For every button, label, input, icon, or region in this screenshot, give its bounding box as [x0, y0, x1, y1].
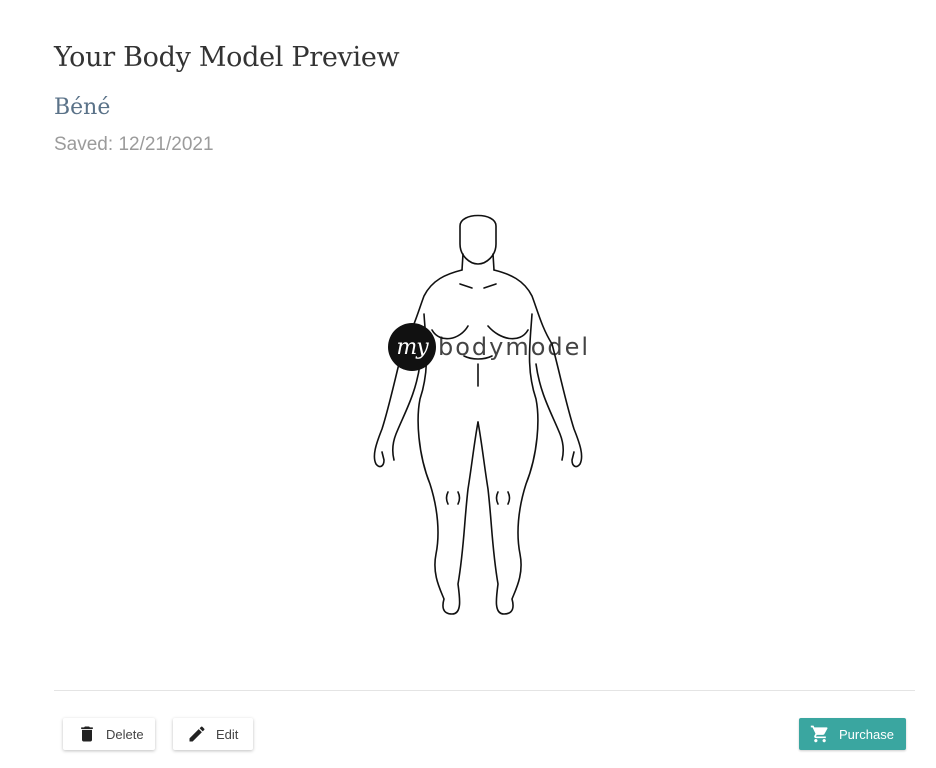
purchase-button[interactable]: Purchase [799, 718, 906, 750]
edit-button[interactable]: Edit [173, 718, 253, 750]
cart-icon [810, 724, 830, 744]
body-model-figure [360, 204, 600, 624]
logo-wordmark: bodymodel [438, 333, 591, 361]
pencil-icon [187, 724, 207, 744]
logo-badge: my [388, 323, 436, 371]
trash-icon [77, 724, 97, 744]
delete-button[interactable]: Delete [63, 718, 155, 750]
purchase-label: Purchase [839, 726, 894, 742]
saved-label: Saved: [54, 134, 114, 155]
saved-status: Saved: 12/21/2021 [54, 134, 214, 156]
delete-label: Delete [106, 726, 144, 742]
saved-date: 12/21/2021 [118, 134, 214, 155]
mybodymodel-logo: my bodymodel [388, 322, 590, 372]
actions-divider [54, 690, 915, 691]
model-name: Béné [54, 95, 111, 120]
edit-label: Edit [216, 726, 239, 742]
page-title: Your Body Model Preview [54, 42, 400, 73]
